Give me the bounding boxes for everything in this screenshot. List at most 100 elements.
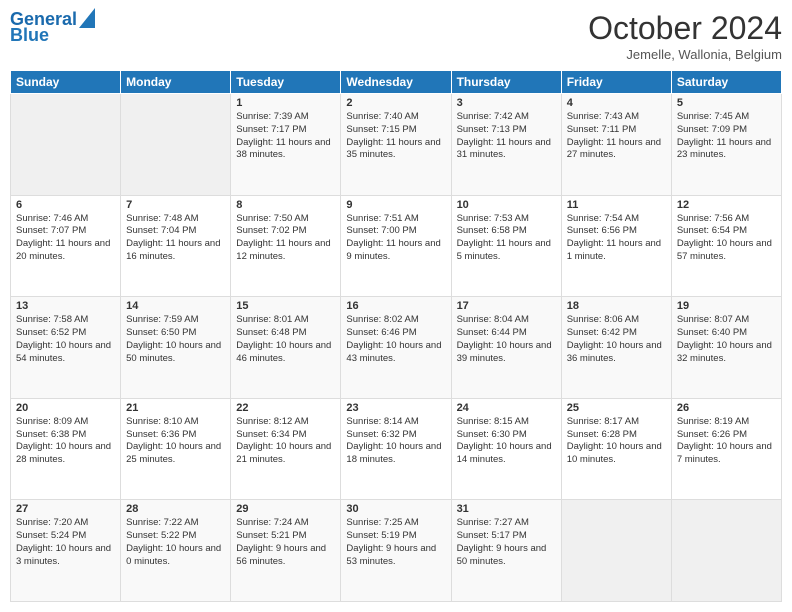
calendar-cell: 17 Sunrise: 8:04 AM Sunset: 6:44 PM Dayli… (451, 297, 561, 399)
day-info: Sunrise: 8:04 AM Sunset: 6:44 PM Dayligh… (457, 314, 556, 365)
logo-blue-text: Blue (10, 26, 49, 46)
day-info: Sunrise: 8:17 AM Sunset: 6:28 PM Dayligh… (567, 416, 666, 467)
calendar-table: SundayMondayTuesdayWednesdayThursdayFrid… (10, 70, 782, 602)
day-info: Sunrise: 8:07 AM Sunset: 6:40 PM Dayligh… (677, 314, 776, 365)
calendar-cell: 25Sunrise: 8:17 AM Sunset: 6:28 PM Dayli… (561, 398, 671, 500)
day-number: 8 (236, 199, 335, 211)
weekday-thursday: Thursday (451, 71, 561, 94)
calendar-cell: 8Sunrise: 7:50 AM Sunset: 7:02 PM Daylig… (231, 195, 341, 297)
day-number: 2 (346, 97, 445, 109)
calendar-cell (671, 500, 781, 602)
day-number: 5 (677, 97, 776, 109)
day-info: Sunrise: 7:46 AM Sunset: 7:07 PM Dayligh… (16, 213, 115, 264)
day-number: 15 (236, 300, 335, 312)
day-number: 11 (567, 199, 666, 211)
weekday-sunday: Sunday (11, 71, 121, 94)
calendar-cell: 1 Sunrise: 7:39 AM Sunset: 7:17 PM Daylig… (231, 94, 341, 196)
day-number: 29 (236, 503, 335, 515)
day-number: 10 (457, 199, 556, 211)
day-number: 4 (567, 97, 666, 109)
day-number: 31 (457, 503, 556, 515)
calendar-cell (561, 500, 671, 602)
day-info: Sunrise: 7:54 AM Sunset: 6:56 PM Dayligh… (567, 213, 666, 264)
calendar-page: General Blue October 2024 Jemelle, Wallo… (0, 0, 792, 612)
calendar-cell: 6 Sunrise: 7:46 AM Sunset: 7:07 PM Daylig… (11, 195, 121, 297)
day-number: 20 (16, 402, 115, 414)
calendar-cell: 7 Sunrise: 7:48 AM Sunset: 7:04 PM Daylig… (121, 195, 231, 297)
day-info: Sunrise: 7:20 AM Sunset: 5:24 PM Dayligh… (16, 517, 115, 568)
calendar-cell: 21Sunrise: 8:10 AM Sunset: 6:36 PM Dayli… (121, 398, 231, 500)
day-info: Sunrise: 7:43 AM Sunset: 7:11 PM Dayligh… (567, 111, 666, 162)
day-info: Sunrise: 8:12 AM Sunset: 6:34 PM Dayligh… (236, 416, 335, 467)
day-info: Sunrise: 7:58 AM Sunset: 6:52 PM Dayligh… (16, 314, 115, 365)
day-info: Sunrise: 8:19 AM Sunset: 6:26 PM Dayligh… (677, 416, 776, 467)
day-info: Sunrise: 7:53 AM Sunset: 6:58 PM Dayligh… (457, 213, 556, 264)
calendar-cell: 9 Sunrise: 7:51 AM Sunset: 7:00 PM Daylig… (341, 195, 451, 297)
day-number: 19 (677, 300, 776, 312)
location: Jemelle, Wallonia, Belgium (588, 47, 782, 62)
day-number: 14 (126, 300, 225, 312)
day-number: 28 (126, 503, 225, 515)
day-info: Sunrise: 7:51 AM Sunset: 7:00 PM Dayligh… (346, 213, 445, 264)
calendar-cell: 3 Sunrise: 7:42 AM Sunset: 7:13 PM Daylig… (451, 94, 561, 196)
day-info: Sunrise: 7:56 AM Sunset: 6:54 PM Dayligh… (677, 213, 776, 264)
calendar-week-1: 1 Sunrise: 7:39 AM Sunset: 7:17 PM Daylig… (11, 94, 782, 196)
calendar-cell: 13 Sunrise: 7:58 AM Sunset: 6:52 PM Dayli… (11, 297, 121, 399)
day-info: Sunrise: 8:02 AM Sunset: 6:46 PM Dayligh… (346, 314, 445, 365)
day-number: 13 (16, 300, 115, 312)
calendar-cell: 26Sunrise: 8:19 AM Sunset: 6:26 PM Dayli… (671, 398, 781, 500)
day-info: Sunrise: 7:59 AM Sunset: 6:50 PM Dayligh… (126, 314, 225, 365)
calendar-cell: 20 Sunrise: 8:09 AM Sunset: 6:38 PM Dayli… (11, 398, 121, 500)
header: General Blue October 2024 Jemelle, Wallo… (10, 10, 782, 62)
day-info: Sunrise: 7:42 AM Sunset: 7:13 PM Dayligh… (457, 111, 556, 162)
day-info: Sunrise: 7:45 AM Sunset: 7:09 PM Dayligh… (677, 111, 776, 162)
calendar-cell: 30 Sunrise: 7:25 AM Sunset: 5:19 PM Dayli… (341, 500, 451, 602)
calendar-cell: 28 Sunrise: 7:22 AM Sunset: 5:22 PM Dayli… (121, 500, 231, 602)
calendar-cell: 5 Sunrise: 7:45 AM Sunset: 7:09 PM Daylig… (671, 94, 781, 196)
calendar-cell: 22 Sunrise: 8:12 AM Sunset: 6:34 PM Dayli… (231, 398, 341, 500)
day-info: Sunrise: 7:39 AM Sunset: 7:17 PM Dayligh… (236, 111, 335, 162)
calendar-cell: 12 Sunrise: 7:56 AM Sunset: 6:54 PM Dayli… (671, 195, 781, 297)
month-title: October 2024 (588, 10, 782, 47)
day-info: Sunrise: 8:15 AM Sunset: 6:30 PM Dayligh… (457, 416, 556, 467)
day-info: Sunrise: 8:06 AM Sunset: 6:42 PM Dayligh… (567, 314, 666, 365)
calendar-cell: 23Sunrise: 8:14 AM Sunset: 6:32 PM Dayli… (341, 398, 451, 500)
day-info: Sunrise: 7:48 AM Sunset: 7:04 PM Dayligh… (126, 213, 225, 264)
day-number: 16 (346, 300, 445, 312)
day-number: 18 (567, 300, 666, 312)
day-number: 7 (126, 199, 225, 211)
calendar-cell: 4 Sunrise: 7:43 AM Sunset: 7:11 PM Daylig… (561, 94, 671, 196)
day-number: 17 (457, 300, 556, 312)
weekday-wednesday: Wednesday (341, 71, 451, 94)
day-info: Sunrise: 8:01 AM Sunset: 6:48 PM Dayligh… (236, 314, 335, 365)
weekday-monday: Monday (121, 71, 231, 94)
calendar-body: 1 Sunrise: 7:39 AM Sunset: 7:17 PM Daylig… (11, 94, 782, 602)
calendar-cell (121, 94, 231, 196)
day-number: 22 (236, 402, 335, 414)
calendar-week-3: 13 Sunrise: 7:58 AM Sunset: 6:52 PM Dayli… (11, 297, 782, 399)
day-info: Sunrise: 7:25 AM Sunset: 5:19 PM Dayligh… (346, 517, 445, 568)
day-number: 12 (677, 199, 776, 211)
calendar-cell: 24 Sunrise: 8:15 AM Sunset: 6:30 PM Dayli… (451, 398, 561, 500)
day-info: Sunrise: 7:40 AM Sunset: 7:15 PM Dayligh… (346, 111, 445, 162)
weekday-tuesday: Tuesday (231, 71, 341, 94)
calendar-cell: 19 Sunrise: 8:07 AM Sunset: 6:40 PM Dayli… (671, 297, 781, 399)
calendar-cell: 27Sunrise: 7:20 AM Sunset: 5:24 PM Dayli… (11, 500, 121, 602)
day-info: Sunrise: 8:09 AM Sunset: 6:38 PM Dayligh… (16, 416, 115, 467)
day-number: 9 (346, 199, 445, 211)
calendar-cell: 11 Sunrise: 7:54 AM Sunset: 6:56 PM Dayli… (561, 195, 671, 297)
calendar-cell: 29Sunrise: 7:24 AM Sunset: 5:21 PM Dayli… (231, 500, 341, 602)
day-number: 24 (457, 402, 556, 414)
title-section: October 2024 Jemelle, Wallonia, Belgium (588, 10, 782, 62)
day-info: Sunrise: 7:22 AM Sunset: 5:22 PM Dayligh… (126, 517, 225, 568)
logo: General Blue (10, 10, 95, 46)
day-number: 6 (16, 199, 115, 211)
day-number: 3 (457, 97, 556, 109)
calendar-cell: 2 Sunrise: 7:40 AM Sunset: 7:15 PM Daylig… (341, 94, 451, 196)
calendar-cell (11, 94, 121, 196)
day-number: 30 (346, 503, 445, 515)
day-info: Sunrise: 8:14 AM Sunset: 6:32 PM Dayligh… (346, 416, 445, 467)
day-info: Sunrise: 7:27 AM Sunset: 5:17 PM Dayligh… (457, 517, 556, 568)
calendar-week-2: 6 Sunrise: 7:46 AM Sunset: 7:07 PM Daylig… (11, 195, 782, 297)
day-number: 1 (236, 97, 335, 109)
